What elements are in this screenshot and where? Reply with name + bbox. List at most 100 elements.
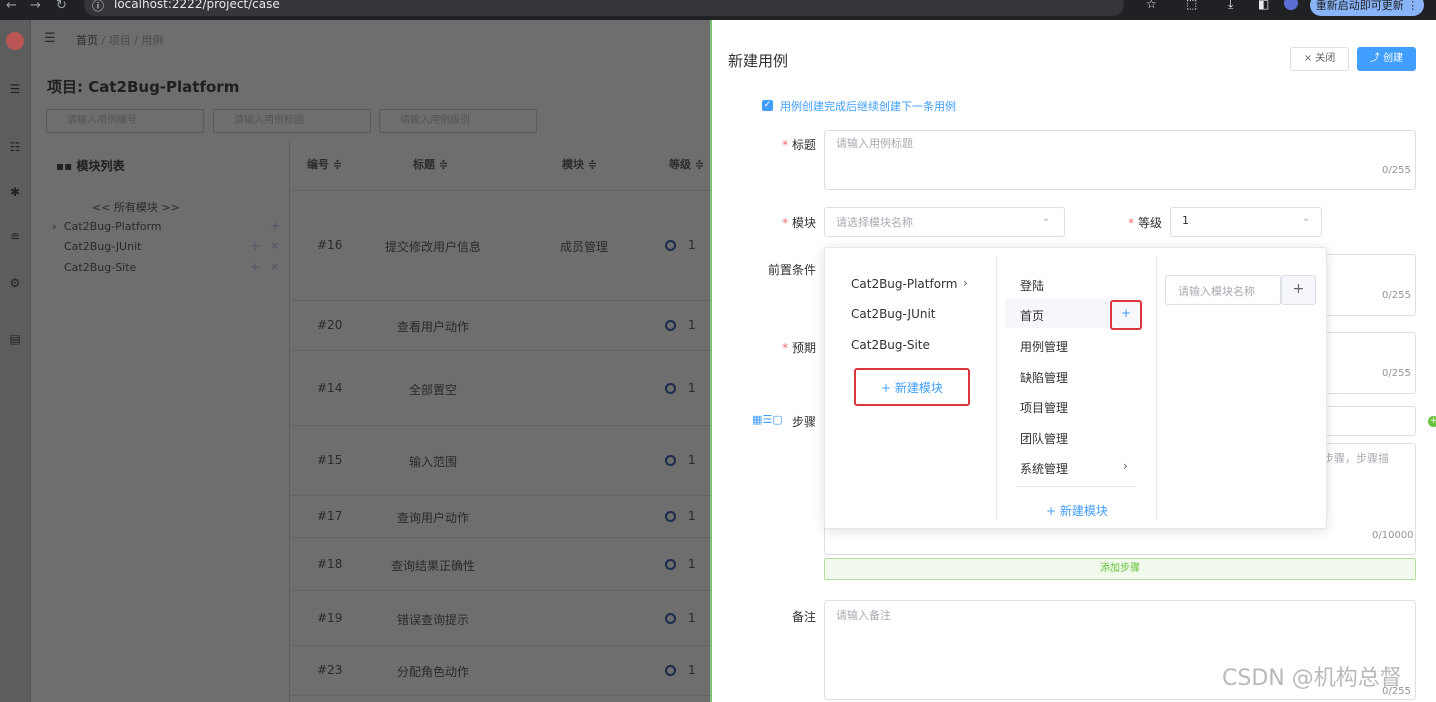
filter-placeholder: 请输入用例编号 <box>67 115 137 126</box>
case-id: #14 <box>317 381 343 395</box>
cascader-option[interactable]: 登陆 <box>1020 277 1044 294</box>
update-button[interactable]: 重新启动即可更新 ⋮ <box>1310 0 1424 16</box>
table-row[interactable]: #16 提交修改用户信息 成员管理 1 <box>291 190 710 300</box>
forward-icon[interactable]: → <box>30 0 41 13</box>
doc-icon[interactable]: ▤ <box>6 330 24 348</box>
module-list-title: 模块列表 <box>76 159 125 173</box>
table-row[interactable]: #17 查询用户动作 1 <box>291 495 710 537</box>
add-icon[interactable]: + <box>1121 306 1131 320</box>
cascader-option[interactable]: 项目管理 <box>1020 399 1068 416</box>
level-select[interactable] <box>1170 207 1322 237</box>
cascader-option[interactable]: Cat2Bug-JUnit <box>851 307 936 321</box>
table-row[interactable]: #23 分配角色动作 1 <box>291 645 710 695</box>
drawer-title: 新建用例 <box>728 52 789 70</box>
update-label: 重新启动即可更新 <box>1315 0 1404 12</box>
table-row[interactable]: #20 查看用户动作 1 <box>291 300 710 350</box>
module-placeholder: 请选择模块名称 <box>836 216 913 229</box>
case-level: 1 <box>688 611 696 625</box>
table-row[interactable]: #14 全部置空 1 <box>291 350 710 425</box>
module-item[interactable]: Cat2Bug-JUnit <box>64 240 141 253</box>
step-mode-icons[interactable]: ▦☰▢ <box>752 413 783 426</box>
extensions-icon[interactable]: ⬚ <box>1186 0 1197 11</box>
delete-icon[interactable]: × <box>270 260 279 273</box>
new-module-button[interactable]: + 新建模块 <box>881 379 943 396</box>
bookmark-star-icon[interactable]: ☆ <box>1146 0 1157 11</box>
cascader-option[interactable]: 团队管理 <box>1020 430 1068 447</box>
module-name-add-button[interactable]: + <box>1281 275 1316 305</box>
expected-count: 0/255 <box>1382 368 1411 379</box>
level-circle-icon <box>665 511 676 522</box>
table-row[interactable]: #19 错误查询提示 1 <box>291 590 710 645</box>
column-divider <box>996 256 997 520</box>
case-level-filter[interactable]: 请输入用例级别 <box>379 109 537 133</box>
module-name-placeholder: 请输入模块名称 <box>1178 285 1255 298</box>
table-row[interactable]: #25分配角色结果1 <box>291 695 710 702</box>
remark-placeholder: 请输入备注 <box>836 609 891 622</box>
settings-icon[interactable]: ⚙ <box>6 274 24 292</box>
filter-placeholder: 请输入用例标题 <box>234 115 304 126</box>
level-circle-icon <box>665 455 676 466</box>
cascader-option[interactable]: 系统管理 <box>1020 460 1068 477</box>
case-level: 1 <box>688 381 696 395</box>
col-header-level[interactable]: 等级 ≑ <box>669 140 704 190</box>
watermark: CSDN @机构总督 <box>1222 666 1402 691</box>
logo-icon <box>6 32 24 50</box>
case-id: #23 <box>317 663 343 677</box>
cascader-option[interactable]: 缺陷管理 <box>1020 369 1068 386</box>
collapse-icon[interactable]: ☰ <box>44 31 56 46</box>
breadcrumb-case: 用例 <box>141 34 164 47</box>
breadcrumb: 首页 / 项目 / 用例 <box>76 34 164 47</box>
bug-icon[interactable]: ✱ <box>6 183 24 201</box>
expected-label-text: 预期 <box>791 341 816 355</box>
level-circle-icon <box>665 240 676 251</box>
continue-label[interactable]: 用例创建完成后继续创建下一条用例 <box>780 98 956 114</box>
close-button[interactable]: × 关闭 <box>1290 47 1349 71</box>
module-panel: ▪▪ 模块列表 << 所有模块 >> › Cat2Bug-Platform Ca… <box>40 140 290 702</box>
module-item[interactable]: Cat2Bug-Site <box>64 261 136 274</box>
side-panel-icon[interactable]: ◧ <box>1258 0 1269 11</box>
add-icon[interactable]: + <box>270 219 280 233</box>
table-row[interactable]: #18 查询结果正确性 1 <box>291 537 710 590</box>
continue-checkbox[interactable]: ✓ <box>762 100 773 111</box>
title-placeholder: 请输入用例标题 <box>836 137 913 150</box>
all-modules-item[interactable]: << 所有模块 >> <box>92 199 180 215</box>
level-circle-icon <box>665 320 676 331</box>
cascader-option[interactable]: Cat2Bug-Site <box>851 338 930 352</box>
create-button[interactable]: ⤴ 创建 <box>1357 47 1416 71</box>
case-id: #19 <box>317 611 343 625</box>
case-title: 提交修改用户信息 <box>384 240 481 254</box>
precondition-label: 前置条件 <box>767 263 816 277</box>
menu-icon[interactable]: ☰ <box>6 80 24 98</box>
back-icon[interactable]: ← <box>6 0 17 13</box>
delete-icon[interactable]: × <box>270 239 279 252</box>
new-module-button[interactable]: + 新建模块 <box>1046 502 1108 519</box>
precondition-count: 0/255 <box>1382 290 1411 301</box>
col-header-module[interactable]: 模块 ≑ <box>562 140 597 190</box>
module-label: * 模块 <box>782 216 816 230</box>
case-title: 查询结果正确性 <box>390 559 475 573</box>
case-level: 1 <box>688 509 696 523</box>
report-icon[interactable]: ≘ <box>6 228 24 246</box>
cascader-option[interactable]: Cat2Bug-Platform <box>851 277 957 291</box>
add-step-icon[interactable]: + <box>1428 416 1436 427</box>
breadcrumb-project[interactable]: 项目 <box>109 34 131 47</box>
case-icon[interactable]: ☷ <box>6 138 24 156</box>
table-row[interactable]: #15 输入范围 1 <box>291 425 710 495</box>
breadcrumb-home[interactable]: 首页 <box>76 34 98 47</box>
download-icon[interactable]: ⤓ <box>1228 0 1233 12</box>
module-list-header: ▪▪ 模块列表 <box>56 159 125 173</box>
case-title-filter[interactable]: 请输入用例标题 <box>213 109 371 133</box>
cascader-option[interactable]: 首页 <box>1020 307 1044 324</box>
module-item[interactable]: › Cat2Bug-Platform <box>52 220 162 233</box>
level-circle-icon <box>665 383 676 394</box>
col-header-id[interactable]: 编号 ≑ <box>307 140 342 190</box>
add-icon[interactable]: + <box>250 239 260 253</box>
site-info-icon[interactable]: ⓘ <box>92 0 104 14</box>
profile-avatar[interactable] <box>1284 0 1298 10</box>
reload-icon[interactable]: ↻ <box>56 0 67 13</box>
add-icon[interactable]: + <box>250 260 260 274</box>
add-step-button[interactable]: 添加步骤 <box>824 558 1416 580</box>
cascader-option[interactable]: 用例管理 <box>1020 338 1068 355</box>
col-header-title[interactable]: 标题 ≑ <box>413 140 448 190</box>
case-id-filter[interactable]: 请输入用例编号 <box>46 109 204 133</box>
